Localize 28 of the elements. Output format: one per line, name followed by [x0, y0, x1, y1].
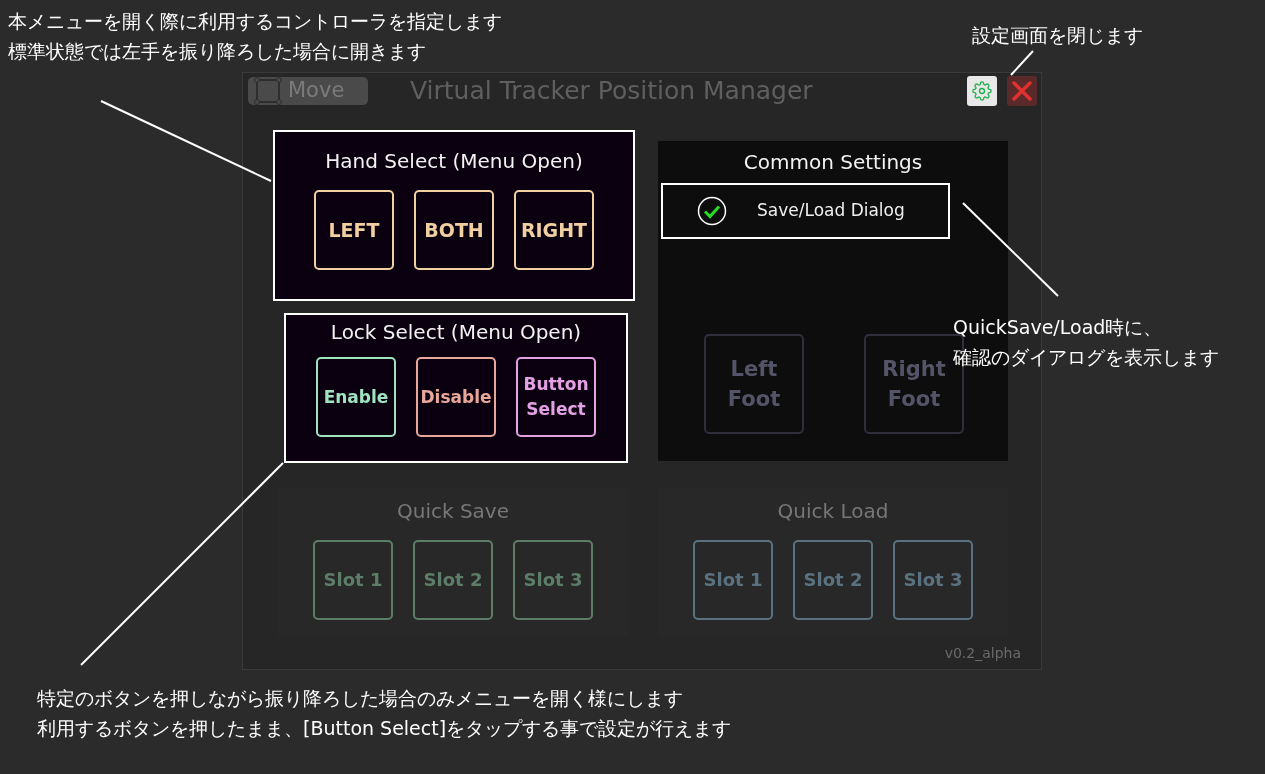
annotation-text: 利用するボタンを押したまま、[Button Select]をタップする事で設定が行えます — [37, 716, 732, 741]
panel-title: Lock Select (Menu Open) — [330, 319, 582, 346]
panel-title: Hand Select (Menu Open) — [325, 148, 583, 175]
lock-button[interactable]: Button Select — [516, 357, 596, 437]
option-label: Save/Load Dialog — [757, 199, 905, 223]
annotation-text: 本メニューを開く際に利用するコントローラを指定します — [8, 9, 502, 34]
dialog-option[interactable]: Save/Load Dialog — [661, 183, 950, 239]
annotation-text: 確認のダイアログを表示します — [953, 345, 1219, 370]
annotation-text: QuickSave/Load時に、 — [953, 315, 1163, 340]
annotation-text: 標準状態では左手を振り降ろした場合に開きます — [8, 39, 426, 64]
panel-title: Quick Save — [397, 498, 509, 525]
annotation-text: 特定のボタンを押しながら振り降ろした場合のみメニューを開く様にします — [37, 686, 683, 711]
lock-button[interactable]: Disable — [416, 357, 496, 437]
leader-line — [1010, 50, 1034, 76]
hand-button[interactable]: BOTH — [414, 190, 494, 270]
close-button[interactable] — [1007, 76, 1037, 106]
window-title: Virtual Tracker Position Manager — [410, 75, 813, 108]
move-frame-icon — [254, 77, 282, 105]
settings-icon — [972, 81, 992, 101]
panel-title: Quick Load — [777, 498, 889, 525]
lock-button[interactable]: Enable — [316, 357, 396, 437]
annotation-text: 設定画面を閉じます — [972, 23, 1143, 48]
close-icon — [1010, 79, 1034, 103]
version-label: v0.2_alpha — [943, 644, 1022, 663]
panel-title: Common Settings — [742, 149, 924, 176]
hand-button[interactable]: LEFT — [314, 190, 394, 270]
hand-button[interactable]: RIGHT — [514, 190, 594, 270]
settings-button[interactable] — [967, 76, 997, 106]
